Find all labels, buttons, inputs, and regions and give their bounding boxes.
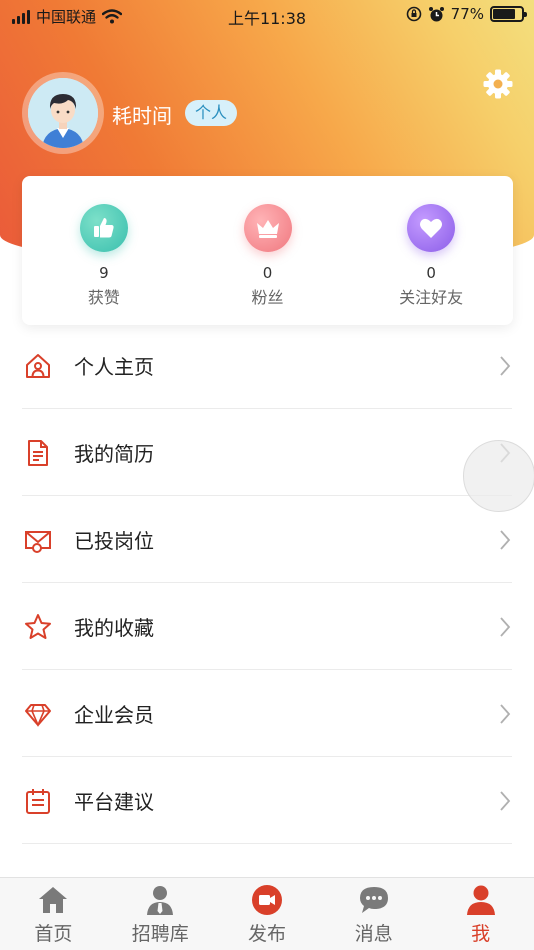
menu-item-enterprise-member[interactable]: 企业会员: [0, 670, 534, 757]
tab-label: 发布: [247, 923, 286, 945]
stat-following-label: 关注好友: [399, 288, 464, 307]
stats-card: 9 获赞 0 粉丝 0 关注好友: [22, 176, 513, 325]
stat-likes-value: 9: [99, 264, 109, 282]
stat-fans-value: 0: [262, 264, 273, 282]
stat-likes-label: 获赞: [87, 288, 120, 307]
avatar[interactable]: [22, 72, 104, 154]
menu-item-label: 我的收藏: [74, 616, 154, 640]
menu-item-homepage[interactable]: 个人主页: [0, 322, 534, 409]
tab-talent-pool[interactable]: 招聘库: [107, 878, 214, 950]
battery-icon: [490, 6, 527, 22]
orientation-lock-icon: [406, 6, 421, 22]
tab-label: 招聘库: [131, 923, 189, 945]
menu-item-favorites[interactable]: 我的收藏: [0, 583, 534, 670]
tab-bar: 首页 招聘库 发布 消息 我: [0, 877, 534, 950]
person-tie-icon: [147, 886, 174, 915]
star-icon: [25, 613, 51, 639]
home-icon: [26, 353, 50, 378]
battery-percent: 77%: [450, 5, 484, 23]
status-right: 77%: [406, 5, 527, 23]
stat-following-value: 0: [426, 264, 436, 282]
alarm-icon: [428, 6, 444, 21]
menu-item-applied-jobs[interactable]: 已投岗位: [0, 496, 534, 583]
status-bar: 中国联通 上午11:38 77%: [0, 0, 534, 32]
menu-item-label: 个人主页: [74, 355, 154, 379]
tab-label: 我: [471, 923, 491, 945]
tab-label: 消息: [354, 923, 393, 945]
menu-item-label: 已投岗位: [74, 529, 154, 553]
home-tab-icon: [39, 887, 68, 913]
menu-item-label: 企业会员: [74, 703, 154, 727]
stat-likes[interactable]: 9 获赞: [22, 176, 186, 325]
avatar-illustration-icon: [28, 78, 98, 148]
tab-label: 首页: [34, 923, 73, 945]
chat-bubble-icon: [359, 887, 388, 913]
tab-me[interactable]: 我: [427, 878, 534, 950]
document-icon: [28, 439, 48, 466]
envelope-icon: [25, 530, 51, 553]
menu-item-label: 平台建议: [74, 790, 154, 814]
menu-item-suggestions[interactable]: 平台建议: [0, 757, 534, 844]
avatar-image: [28, 78, 98, 148]
tab-messages[interactable]: 消息: [320, 878, 427, 950]
clipboard-icon: [26, 788, 50, 814]
diamond-icon: [25, 703, 51, 727]
user-icon: [466, 885, 495, 915]
user-name[interactable]: 耗时间: [112, 100, 172, 129]
video-publish-icon: [251, 885, 282, 915]
gear-icon[interactable]: [482, 68, 514, 100]
tab-publish[interactable]: 发布: [214, 878, 321, 950]
menu-item-resume[interactable]: 我的简历: [0, 409, 534, 496]
menu-item-label: 我的简历: [74, 442, 154, 466]
stat-fans-label: 粉丝: [251, 288, 284, 307]
chevron-right-icon: [500, 790, 511, 811]
crown-icon: [243, 204, 292, 252]
user-type-badge: 个人: [185, 100, 238, 126]
tab-home[interactable]: 首页: [0, 878, 107, 950]
thumbs-up-icon: [79, 204, 128, 252]
chevron-right-icon: [500, 355, 511, 376]
heart-icon: [407, 204, 456, 252]
chevron-right-icon: [500, 703, 511, 724]
stat-fans[interactable]: 0 粉丝: [186, 176, 350, 325]
menu-list: 个人主页 我的简历 已投岗位 我的收藏 企业会员 平台建议: [0, 322, 534, 844]
assistive-touch-button[interactable]: [463, 440, 534, 512]
stat-following[interactable]: 0 关注好友: [349, 176, 513, 325]
chevron-right-icon: [500, 616, 511, 637]
chevron-right-icon: [500, 529, 511, 550]
battery-fill: [493, 9, 515, 19]
